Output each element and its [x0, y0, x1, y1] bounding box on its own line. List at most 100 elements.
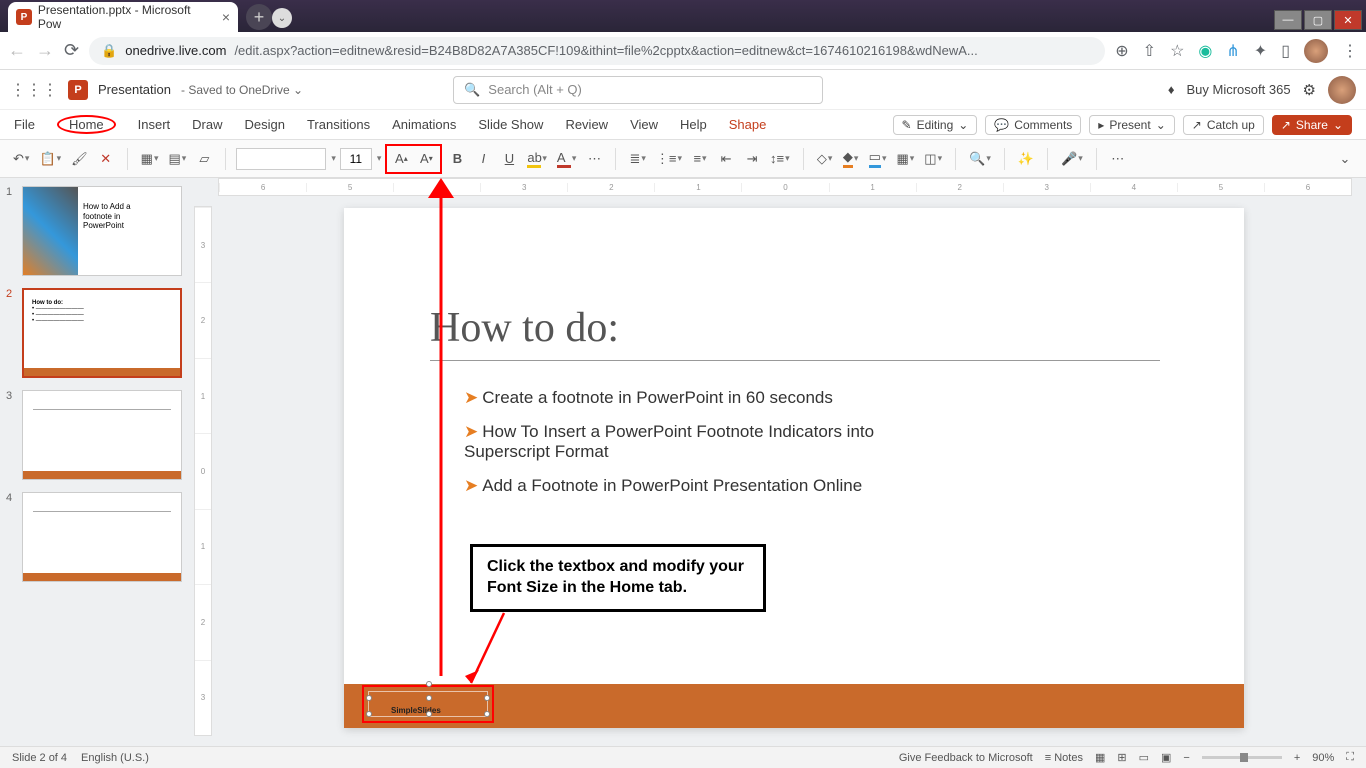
footnote-text[interactable]: SimpleSlides: [391, 706, 441, 715]
thumbnail-2[interactable]: How to do:• ————————• ————————• ————————: [22, 288, 182, 378]
font-size-input[interactable]: [340, 148, 372, 170]
more-font-button[interactable]: ⋯: [583, 147, 605, 171]
more-commands-button[interactable]: ⋯: [1107, 147, 1129, 171]
cast-icon[interactable]: ⋔: [1226, 41, 1239, 61]
tab-review[interactable]: Review: [565, 117, 608, 132]
highlight-button[interactable]: ab▾: [524, 147, 550, 171]
reset-button[interactable]: ▱: [193, 147, 215, 171]
designer-button[interactable]: ✨: [1015, 147, 1037, 171]
settings-gear-icon[interactable]: ⚙: [1303, 81, 1316, 99]
slide[interactable]: How to do: ➤Create a footnote in PowerPo…: [344, 208, 1244, 728]
dictate-button[interactable]: 🎤▾: [1058, 147, 1086, 171]
slide-canvas[interactable]: 6543210123456 3210123 How to do: ➤Create…: [194, 178, 1366, 746]
new-slide-button[interactable]: ▦▾: [138, 147, 162, 171]
zoom-in-button[interactable]: +: [1294, 752, 1300, 764]
increase-indent-button[interactable]: ⇥: [741, 147, 763, 171]
collapse-ribbon-icon[interactable]: ⌄: [1334, 147, 1356, 171]
zoom-slider[interactable]: [1202, 756, 1282, 759]
bookmark-icon[interactable]: ☆: [1170, 41, 1184, 61]
tab-animations[interactable]: Animations: [392, 117, 456, 132]
share-button[interactable]: ↗ Share ⌄: [1272, 115, 1352, 135]
notes-toggle[interactable]: ≡ Notes: [1045, 752, 1083, 764]
undo-button[interactable]: ↶▾: [10, 147, 32, 171]
thumbnail-1[interactable]: How to Add afootnote inPowerPoint: [22, 186, 182, 276]
delete-button[interactable]: ✕: [95, 147, 117, 171]
view-sorter-icon[interactable]: ⊞: [1117, 751, 1126, 764]
line-spacing-button[interactable]: ↕≡▾: [767, 147, 793, 171]
tab-close-icon[interactable]: ×: [222, 9, 230, 25]
nav-reload-icon[interactable]: ⟳: [64, 40, 79, 61]
tab-transitions[interactable]: Transitions: [307, 117, 370, 132]
doc-name[interactable]: Presentation: [98, 82, 171, 97]
tab-slideshow[interactable]: Slide Show: [478, 117, 543, 132]
grow-font-button[interactable]: A▴: [390, 147, 412, 171]
side-panel-icon[interactable]: ▯: [1281, 41, 1290, 61]
share-page-icon[interactable]: ⇧: [1143, 41, 1156, 61]
nav-back-icon[interactable]: ←: [8, 40, 26, 61]
bullets-button[interactable]: ≣▾: [626, 147, 648, 171]
tab-shape[interactable]: Shape: [729, 117, 767, 132]
feedback-link[interactable]: Give Feedback to Microsoft: [899, 752, 1033, 764]
extensions-icon[interactable]: ✦: [1254, 41, 1267, 61]
shape-outline-button[interactable]: ▭▾: [866, 147, 890, 171]
bullet-1[interactable]: ➤Create a footnote in PowerPoint in 60 s…: [464, 388, 833, 408]
bullet-2[interactable]: ➤How To Insert a PowerPoint Footnote Ind…: [464, 422, 894, 462]
quick-styles-button[interactable]: ◫▾: [921, 147, 945, 171]
tab-file[interactable]: File: [14, 117, 35, 132]
url-box[interactable]: 🔒 onedrive.live.com /edit.aspx?action=ed…: [89, 37, 1105, 65]
zoom-out-button[interactable]: −: [1183, 752, 1189, 764]
italic-button[interactable]: I: [472, 147, 494, 171]
window-minimize[interactable]: —: [1274, 10, 1302, 30]
paste-button[interactable]: 📋▾: [36, 147, 64, 171]
comments-button[interactable]: 💬 Comments: [985, 115, 1081, 135]
bold-button[interactable]: B: [446, 147, 468, 171]
bullet-3[interactable]: ➤Add a Footnote in PowerPoint Presentati…: [464, 476, 862, 496]
browser-tab[interactable]: P Presentation.pptx - Microsoft Pow ×: [8, 2, 238, 32]
buy-m365[interactable]: Buy Microsoft 365: [1187, 82, 1291, 97]
tab-insert[interactable]: Insert: [138, 117, 171, 132]
font-color-button[interactable]: A▾: [554, 147, 580, 171]
chrome-menu-icon[interactable]: ⋮: [1342, 41, 1358, 61]
tab-help[interactable]: Help: [680, 117, 707, 132]
underline-button[interactable]: U: [498, 147, 520, 171]
catchup-button[interactable]: ↗ Catch up: [1183, 115, 1264, 135]
tab-design[interactable]: Design: [245, 117, 285, 132]
align-button[interactable]: ≡▾: [689, 147, 711, 171]
zoom-icon[interactable]: ⊕: [1115, 41, 1128, 61]
zoom-level[interactable]: 90%: [1312, 752, 1334, 764]
save-status[interactable]: - Saved to OneDrive ⌄: [181, 83, 303, 97]
editing-mode-button[interactable]: ✎ Editing ⌄: [893, 115, 978, 135]
tab-view[interactable]: View: [630, 117, 658, 132]
thumbnail-3[interactable]: [22, 390, 182, 480]
view-slideshow-icon[interactable]: ▣: [1161, 751, 1171, 764]
chrome-avatar[interactable]: [1304, 39, 1328, 63]
tab-home[interactable]: Home: [57, 115, 116, 134]
numbering-button[interactable]: ⋮≡▾: [653, 147, 685, 171]
chrome-profile-chevron[interactable]: ⌄: [272, 8, 292, 28]
app-launcher-icon[interactable]: ⋮⋮⋮: [10, 80, 58, 100]
shrink-font-button[interactable]: A▾: [415, 147, 437, 171]
new-tab-button[interactable]: +: [246, 4, 272, 30]
shapes-button[interactable]: ◇▾: [814, 147, 836, 171]
present-button[interactable]: ▸ Present ⌄: [1089, 115, 1174, 135]
find-button[interactable]: 🔍▾: [966, 147, 994, 171]
thumbnail-4[interactable]: [22, 492, 182, 582]
layout-button[interactable]: ▤▾: [166, 147, 190, 171]
shape-fill-button[interactable]: ◆▾: [840, 147, 862, 171]
slide-counter[interactable]: Slide 2 of 4: [12, 752, 67, 764]
view-normal-icon[interactable]: ▦: [1095, 751, 1105, 764]
language-status[interactable]: English (U.S.): [81, 752, 149, 764]
extension-icon[interactable]: ◉: [1198, 41, 1212, 61]
arrange-button[interactable]: ▦▾: [893, 147, 917, 171]
window-close[interactable]: ✕: [1334, 10, 1362, 30]
view-reading-icon[interactable]: ▭: [1139, 751, 1149, 764]
format-painter-button[interactable]: 🖌: [68, 147, 91, 171]
search-box[interactable]: 🔍 Search (Alt + Q): [453, 76, 823, 104]
font-name-input[interactable]: [236, 148, 326, 170]
fit-to-window-icon[interactable]: ⛶: [1346, 751, 1354, 764]
slide-title[interactable]: How to do:: [430, 304, 619, 352]
tab-draw[interactable]: Draw: [192, 117, 222, 132]
user-avatar[interactable]: [1328, 76, 1356, 104]
window-maximize[interactable]: ▢: [1304, 10, 1332, 30]
decrease-indent-button[interactable]: ⇤: [715, 147, 737, 171]
